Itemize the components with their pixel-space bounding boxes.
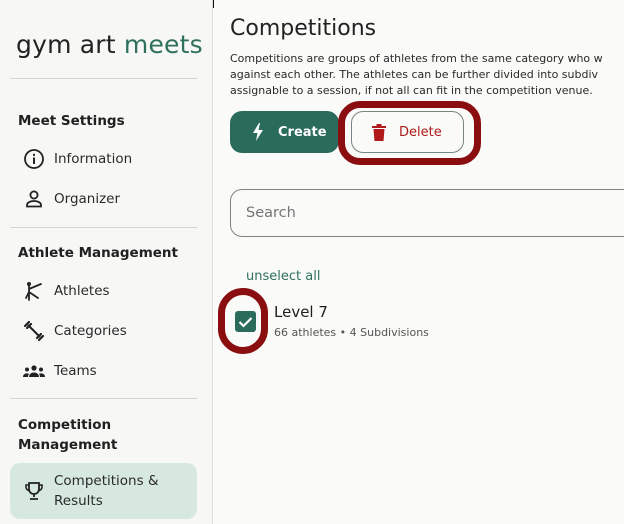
create-button-label: Create bbox=[278, 124, 327, 140]
section-divider bbox=[10, 398, 197, 399]
bolt-icon bbox=[252, 123, 264, 141]
logo-divider bbox=[10, 78, 197, 79]
sidebar-item-information[interactable]: Information bbox=[10, 140, 197, 178]
competition-name[interactable]: Level 7 bbox=[274, 303, 328, 321]
competition-details: 66 athletes • 4 Subdivisions bbox=[274, 326, 429, 339]
section-divider bbox=[10, 227, 197, 228]
sidebar-item-label: Athletes bbox=[54, 283, 110, 299]
description-line: assignable to a session, if not all can … bbox=[230, 84, 593, 97]
section-title-meet-settings: Meet Settings bbox=[18, 113, 125, 129]
groups-icon bbox=[22, 359, 46, 383]
person-icon bbox=[22, 187, 46, 211]
sidebar-item-label: Organizer bbox=[54, 191, 121, 207]
delete-button[interactable]: Delete bbox=[351, 111, 464, 153]
sidebar-item-label: Competitions & Results bbox=[54, 473, 159, 509]
page-description: Competitions are groups of athletes from… bbox=[230, 51, 624, 99]
competition-checkbox[interactable] bbox=[235, 311, 256, 332]
trophy-icon bbox=[22, 479, 46, 503]
section-title-athlete-management: Athlete Management bbox=[18, 245, 178, 261]
sidebar-item-categories[interactable]: Categories bbox=[10, 312, 197, 350]
page-title: Competitions bbox=[230, 16, 377, 41]
sidebar-item-label: Teams bbox=[54, 363, 97, 379]
sidebar-item-organizer[interactable]: Organizer bbox=[10, 180, 197, 218]
unselect-all-link[interactable]: unselect all bbox=[246, 269, 320, 284]
trash-icon bbox=[372, 123, 386, 141]
checkmark-icon bbox=[238, 316, 253, 328]
sidebar-item-teams[interactable]: Teams bbox=[10, 352, 197, 390]
section-title-competition-management: Competition Management bbox=[18, 417, 118, 453]
logo-text-accent: meets bbox=[123, 30, 203, 59]
sidebar: gym art meets Meet Settings Information … bbox=[0, 0, 213, 524]
search-input[interactable] bbox=[230, 189, 624, 237]
sidebar-item-label: Categories bbox=[54, 323, 127, 339]
sidebar-item-label: Information bbox=[54, 151, 133, 167]
info-icon bbox=[22, 147, 46, 171]
sidebar-item-athletes[interactable]: Athletes bbox=[10, 272, 197, 310]
delete-button-label: Delete bbox=[399, 124, 442, 140]
gymnast-icon bbox=[22, 279, 46, 303]
dumbbell-icon bbox=[22, 319, 46, 343]
app-logo[interactable]: gym art meets bbox=[16, 30, 203, 59]
sidebar-item-competitions-results[interactable]: Competitions & Results bbox=[10, 463, 197, 519]
logo-text-primary: gym art bbox=[16, 30, 116, 59]
description-line: Competitions are groups of athletes from… bbox=[230, 52, 603, 65]
description-line: against each other. The athletes can be … bbox=[230, 68, 599, 81]
main-content: Competitions Competitions are groups of … bbox=[214, 0, 624, 524]
create-button[interactable]: Create bbox=[230, 111, 339, 153]
